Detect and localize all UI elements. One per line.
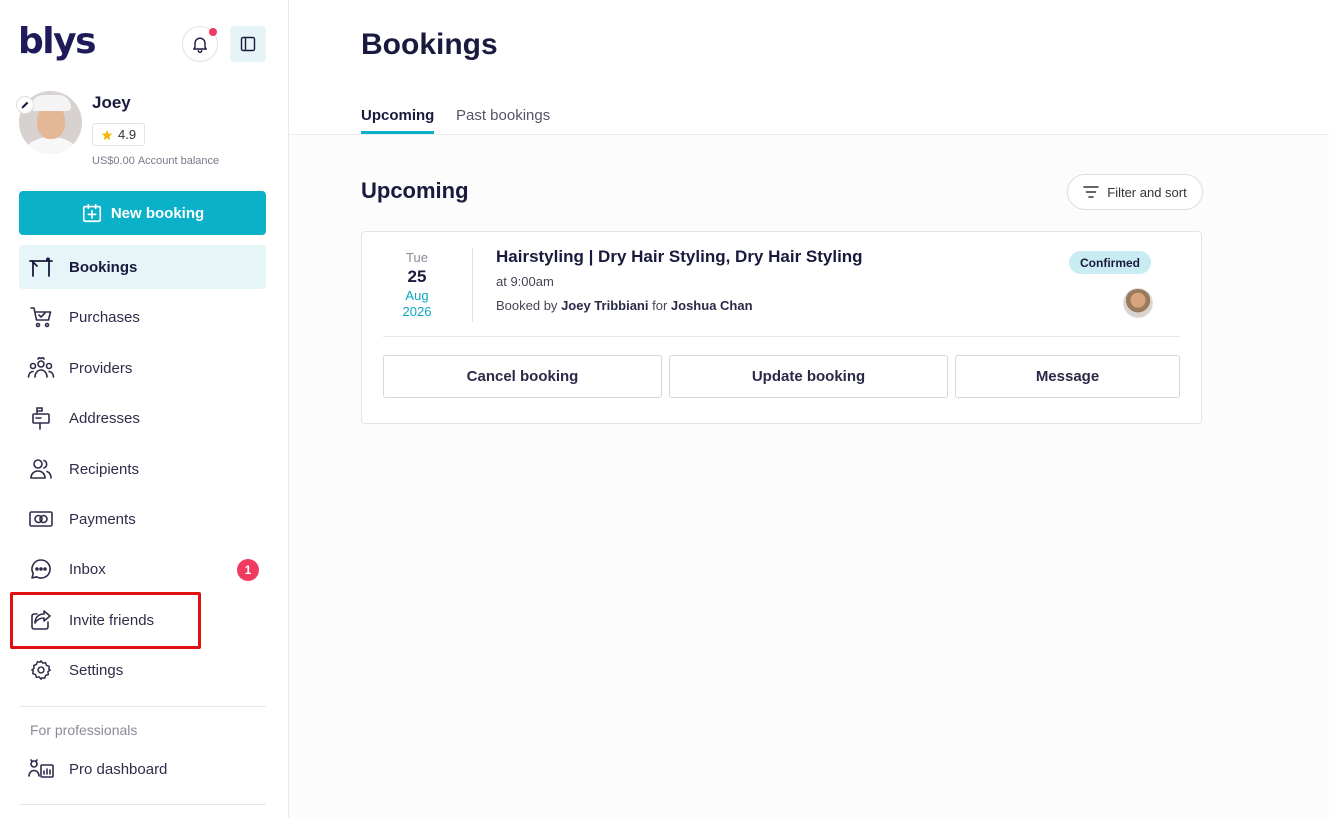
recipient-name: Joshua Chan bbox=[670, 298, 753, 313]
sidebar-item-providers[interactable]: Providers bbox=[19, 346, 266, 390]
filter-label: Filter and sort bbox=[1107, 184, 1187, 200]
sidebar-item-pro-dashboard[interactable]: Pro dashboard bbox=[19, 747, 266, 791]
sidebar-item-label: Inbox bbox=[69, 560, 106, 578]
section-title: Upcoming bbox=[361, 178, 469, 203]
balance-amount: US$0.00 bbox=[92, 155, 135, 167]
mailbox-icon bbox=[27, 404, 55, 432]
bell-icon bbox=[193, 37, 207, 53]
service-title[interactable]: Hairstyling | Dry Hair Styling, Dry Hair… bbox=[496, 247, 863, 267]
page-header: Bookings Upcoming Past bookings bbox=[289, 0, 1329, 135]
user-name: Joey bbox=[92, 93, 131, 112]
update-booking-button[interactable]: Update booking bbox=[669, 355, 948, 398]
booked-by-name: Joey Tribbiani bbox=[561, 298, 649, 313]
booking-month: Aug bbox=[405, 288, 429, 303]
sidebar: blys Joey 4.9 US$0.00 Account balance New… bbox=[0, 0, 289, 818]
sidebar-panel-icon bbox=[240, 36, 256, 52]
sidebar-item-label: Addresses bbox=[69, 409, 140, 427]
bookings-icon bbox=[27, 253, 55, 281]
booking-year: 2026 bbox=[402, 304, 432, 319]
new-booking-button[interactable]: New booking bbox=[19, 191, 266, 235]
chat-icon bbox=[27, 555, 55, 583]
main-content: Bookings Upcoming Past bookings Upcoming… bbox=[289, 0, 1329, 818]
booking-weekday: Tue bbox=[406, 250, 428, 265]
sidebar-item-label: Purchases bbox=[69, 308, 140, 326]
booked-by-prefix: Booked by bbox=[496, 298, 558, 313]
notification-dot bbox=[209, 28, 217, 36]
rating-badge: 4.9 bbox=[92, 123, 146, 146]
sidebar-item-label: Providers bbox=[69, 359, 133, 377]
sidebar-item-label: Pro dashboard bbox=[69, 760, 168, 778]
share-icon bbox=[27, 606, 55, 634]
date-divider bbox=[472, 248, 473, 322]
pro-dashboard-icon bbox=[27, 755, 55, 783]
filter-and-sort-button[interactable]: Filter and sort bbox=[1067, 174, 1203, 210]
star-icon bbox=[101, 129, 113, 140]
filter-icon bbox=[1083, 186, 1099, 198]
sidebar-item-addresses[interactable]: Addresses bbox=[19, 396, 266, 440]
new-booking-label: New booking bbox=[110, 204, 205, 222]
account-balance: US$0.00 Account balance bbox=[92, 155, 219, 167]
booked-by-line: Booked by Joey Tribbiani for Joshua Chan bbox=[496, 298, 753, 313]
gear-icon bbox=[27, 656, 55, 684]
sidebar-item-label: Settings bbox=[69, 661, 124, 679]
professionals-section-label: For professionals bbox=[30, 722, 138, 738]
sidebar-item-label: Payments bbox=[69, 510, 136, 528]
balance-label: Account balance bbox=[137, 155, 220, 167]
sidebar-divider-bottom bbox=[19, 804, 266, 805]
sidebar-item-bookings[interactable]: Bookings bbox=[19, 245, 266, 289]
cancel-booking-button[interactable]: Cancel booking bbox=[383, 355, 662, 398]
provider-avatar[interactable] bbox=[1123, 288, 1153, 318]
sidebar-item-invite-friends[interactable]: Invite friends bbox=[19, 598, 266, 642]
booking-date: Tue 25 Aug 2026 bbox=[362, 249, 472, 320]
booking-card[interactable]: Tue 25 Aug 2026 Hairstyling | Dry Hair S… bbox=[361, 231, 1202, 424]
service-time: at 9:00am bbox=[496, 274, 554, 289]
blys-logo[interactable]: blys bbox=[18, 22, 97, 62]
sidebar-item-recipients[interactable]: Recipients bbox=[19, 447, 266, 491]
sidebar-item-label: Bookings bbox=[69, 258, 138, 276]
toggle-sidebar-button[interactable] bbox=[230, 26, 266, 62]
calendar-plus-icon bbox=[82, 203, 101, 223]
status-badge: Confirmed bbox=[1069, 251, 1151, 274]
tab-past-bookings[interactable]: Past bookings bbox=[456, 107, 550, 131]
edit-avatar-button[interactable] bbox=[16, 96, 34, 114]
sidebar-item-purchases[interactable]: Purchases bbox=[19, 295, 266, 339]
sidebar-divider bbox=[19, 706, 266, 707]
rating-value: 4.9 bbox=[118, 127, 137, 142]
cart-icon bbox=[27, 303, 55, 331]
pencil-icon bbox=[21, 101, 29, 109]
message-button[interactable]: Message bbox=[955, 355, 1180, 398]
for-word: for bbox=[652, 298, 668, 313]
providers-icon bbox=[27, 354, 55, 382]
recipients-icon bbox=[27, 455, 55, 483]
payments-icon bbox=[27, 505, 55, 533]
sidebar-item-payments[interactable]: Payments bbox=[19, 497, 266, 541]
sidebar-item-settings[interactable]: Settings bbox=[19, 648, 266, 692]
sidebar-item-label: Recipients bbox=[69, 460, 140, 478]
page-title: Bookings bbox=[361, 28, 498, 61]
tab-upcoming[interactable]: Upcoming bbox=[361, 107, 435, 134]
inbox-unread-badge: 1 bbox=[237, 559, 259, 581]
booking-day: 25 bbox=[407, 267, 427, 286]
sidebar-item-inbox[interactable]: Inbox 1 bbox=[19, 547, 266, 591]
card-divider bbox=[383, 336, 1180, 337]
sidebar-item-label: Invite friends bbox=[69, 611, 155, 629]
